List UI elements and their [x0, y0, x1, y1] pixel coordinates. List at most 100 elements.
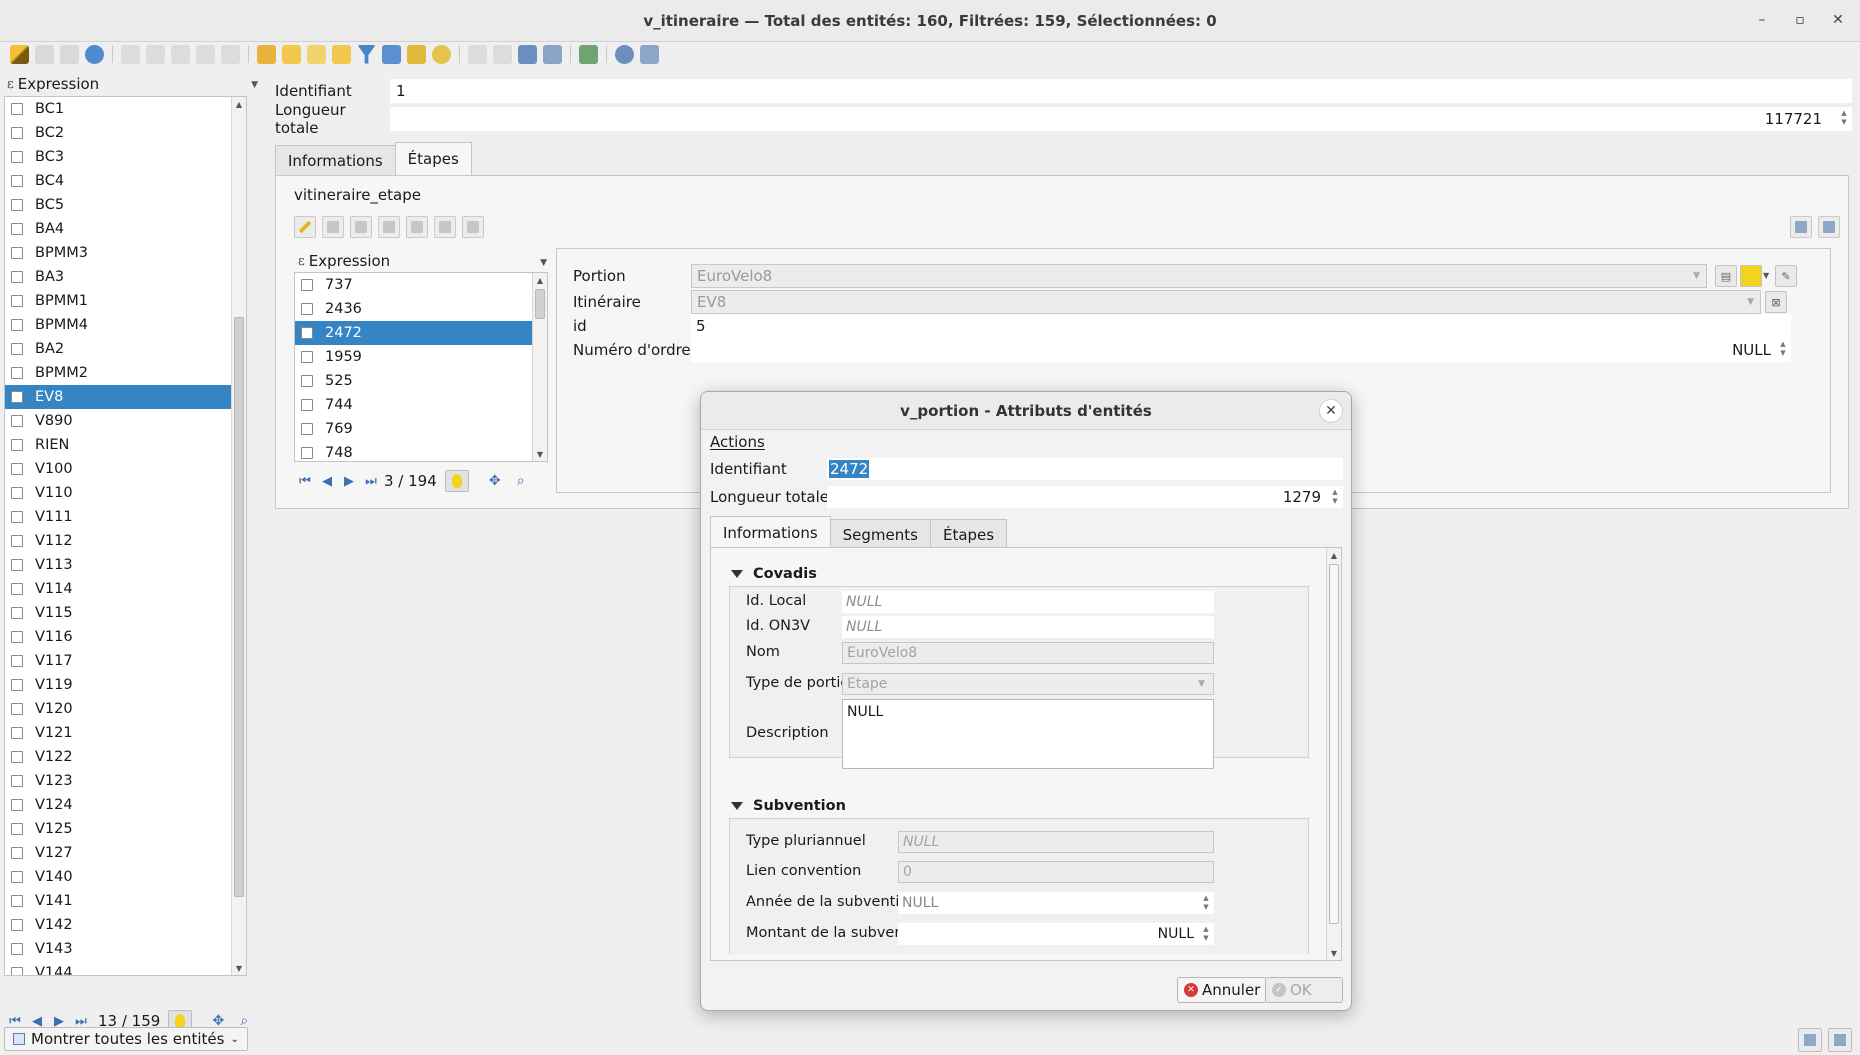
checkbox[interactable] [11, 631, 23, 643]
feature-list-item[interactable]: V124 [5, 793, 246, 817]
checkbox[interactable] [11, 487, 23, 499]
add-child-icon[interactable] [350, 216, 372, 238]
move-top-icon[interactable] [382, 44, 401, 64]
id-on3v-field[interactable]: NULL [842, 616, 1214, 638]
checkbox[interactable] [11, 967, 23, 975]
itineraire-combo[interactable]: EV8 ▼ [691, 290, 1761, 314]
feature-list-item[interactable]: V144 [5, 961, 246, 975]
covadis-group-header[interactable]: Covadis [731, 566, 817, 582]
delete-field-icon[interactable] [493, 44, 512, 64]
lightbulb-icon[interactable] [1740, 265, 1762, 287]
scroll-down-arrow[interactable]: ▼ [1327, 946, 1341, 960]
sub-list-scrollbar[interactable]: ▲ ▼ [532, 273, 547, 461]
checkbox[interactable] [11, 391, 23, 403]
checkbox[interactable] [301, 399, 313, 411]
chevron-down-icon[interactable]: ▼ [540, 258, 547, 268]
feature-list-item[interactable]: BC4 [5, 169, 246, 193]
form-view-icon[interactable] [1798, 1028, 1822, 1052]
feature-list-item[interactable]: V119 [5, 673, 246, 697]
feature-list-item[interactable]: EV8 [5, 385, 246, 409]
feature-list-item[interactable]: V117 [5, 649, 246, 673]
lien-convention-field[interactable]: 0 [898, 861, 1214, 883]
spin-arrows[interactable]: ▲ ▼ [1777, 340, 1789, 358]
feature-list[interactable]: BC1 BC2 BC3 BC4 BC5 BA4 BPMM3 BA3 BPMM1 BPMM4 BA2 B… [4, 96, 247, 976]
show-all-features-button[interactable]: Montrer toutes les entités ⌄ [4, 1027, 248, 1051]
checkbox[interactable] [11, 367, 23, 379]
sub-feature-list-item[interactable]: 2436 [295, 297, 547, 321]
zoom-to-selection-icon[interactable] [432, 44, 451, 64]
feature-list-item[interactable]: BC5 [5, 193, 246, 217]
sub-feature-list-item[interactable]: 748 [295, 441, 547, 461]
feature-list-scrollbar[interactable]: ▲ ▼ [231, 97, 246, 975]
feature-list-item[interactable]: BA3 [5, 265, 246, 289]
chevron-down-icon[interactable]: ▼ [1763, 271, 1769, 280]
sub-feature-list-item[interactable]: 1959 [295, 345, 547, 369]
montant-subvention-field[interactable]: NULL ▲ ▼ [898, 923, 1214, 945]
feature-list-item[interactable]: BC2 [5, 121, 246, 145]
type-portion-combo[interactable]: Etape ▼ [842, 673, 1214, 695]
checkbox[interactable] [11, 727, 23, 739]
multi-edit-icon[interactable] [35, 44, 54, 64]
clear-icon[interactable]: ⊠ [1765, 291, 1787, 313]
checkbox[interactable] [11, 799, 23, 811]
checkbox[interactable] [11, 535, 23, 547]
scroll-up-arrow[interactable]: ▲ [533, 273, 547, 287]
toggle-editing-icon[interactable] [10, 44, 29, 64]
scroll-up-arrow[interactable]: ▲ [232, 97, 246, 111]
spin-arrows[interactable]: ▲ ▼ [1838, 109, 1850, 127]
feature-list-item[interactable]: BPMM2 [5, 361, 246, 385]
feature-list-item[interactable]: V111 [5, 505, 246, 529]
checkbox[interactable] [11, 583, 23, 595]
spin-arrows[interactable]: ▲ ▼ [1200, 894, 1212, 912]
checkbox[interactable] [301, 279, 313, 291]
feature-list-item[interactable]: V121 [5, 721, 246, 745]
table-view-icon[interactable] [1828, 1028, 1852, 1052]
maximize-button[interactable]: ▫ [1790, 10, 1810, 30]
scroll-down-arrow[interactable]: ▼ [232, 961, 246, 975]
sub-expression-selector[interactable]: ε Expression ▼ [294, 250, 549, 272]
table-view-icon[interactable] [1818, 216, 1840, 238]
close-icon[interactable]: ✕ [1319, 399, 1343, 423]
unlink-child-icon[interactable] [462, 216, 484, 238]
feature-list-item[interactable]: V115 [5, 601, 246, 625]
tab-segments[interactable]: Segments [829, 519, 931, 549]
feature-list-item[interactable]: BPMM1 [5, 289, 246, 313]
checkbox[interactable] [11, 127, 23, 139]
form-view-icon[interactable] [1790, 216, 1812, 238]
checkbox[interactable] [301, 303, 313, 315]
checkbox[interactable] [301, 375, 313, 387]
scroll-thumb[interactable] [234, 317, 244, 897]
checkbox[interactable] [301, 423, 313, 435]
select-all-icon[interactable] [282, 44, 301, 64]
save-edits-icon[interactable] [60, 44, 79, 64]
feature-list-item[interactable]: RIEN [5, 433, 246, 457]
sub-feature-list-item[interactable]: 769 [295, 417, 547, 441]
expression-select-icon[interactable] [257, 44, 276, 64]
sub-feature-list[interactable]: 737 2436 2472 1959 525 744 769 748 ▲ ▼ [294, 272, 548, 462]
save-child-icon[interactable] [322, 216, 344, 238]
reload-icon[interactable] [85, 44, 104, 64]
filter-icon[interactable] [357, 44, 376, 64]
checkbox[interactable] [11, 103, 23, 115]
spin-arrows[interactable]: ▲ ▼ [1329, 488, 1341, 506]
checkbox[interactable] [301, 327, 313, 339]
duplicate-child-icon[interactable] [378, 216, 400, 238]
informations-scrollbar[interactable]: ▲ ▼ [1326, 548, 1341, 960]
nom-field[interactable]: EuroVelo8 [842, 642, 1214, 664]
checkbox[interactable] [11, 175, 23, 187]
feature-list-item[interactable]: BPMM3 [5, 241, 246, 265]
cancel-button[interactable]: ✕ Annuler [1177, 977, 1268, 1003]
actions-icon[interactable] [579, 44, 598, 64]
subvention-group-header[interactable]: Subvention [731, 798, 846, 814]
checkbox[interactable] [11, 223, 23, 235]
checkbox[interactable] [11, 415, 23, 427]
checkbox[interactable] [11, 703, 23, 715]
expression-selector[interactable]: ε Expression ▼ [0, 72, 262, 96]
ok-button[interactable]: ✓ OK [1265, 977, 1343, 1003]
previous-feature-icon[interactable]: ◀ [316, 471, 338, 491]
sub-feature-list-item[interactable]: 744 [295, 393, 547, 417]
last-feature-icon[interactable]: ⏭ [360, 471, 382, 491]
portion-combo[interactable]: EuroVelo8 ▼ [691, 264, 1707, 288]
feature-list-item[interactable]: V143 [5, 937, 246, 961]
sub-feature-list-item[interactable]: 2472 [295, 321, 547, 345]
